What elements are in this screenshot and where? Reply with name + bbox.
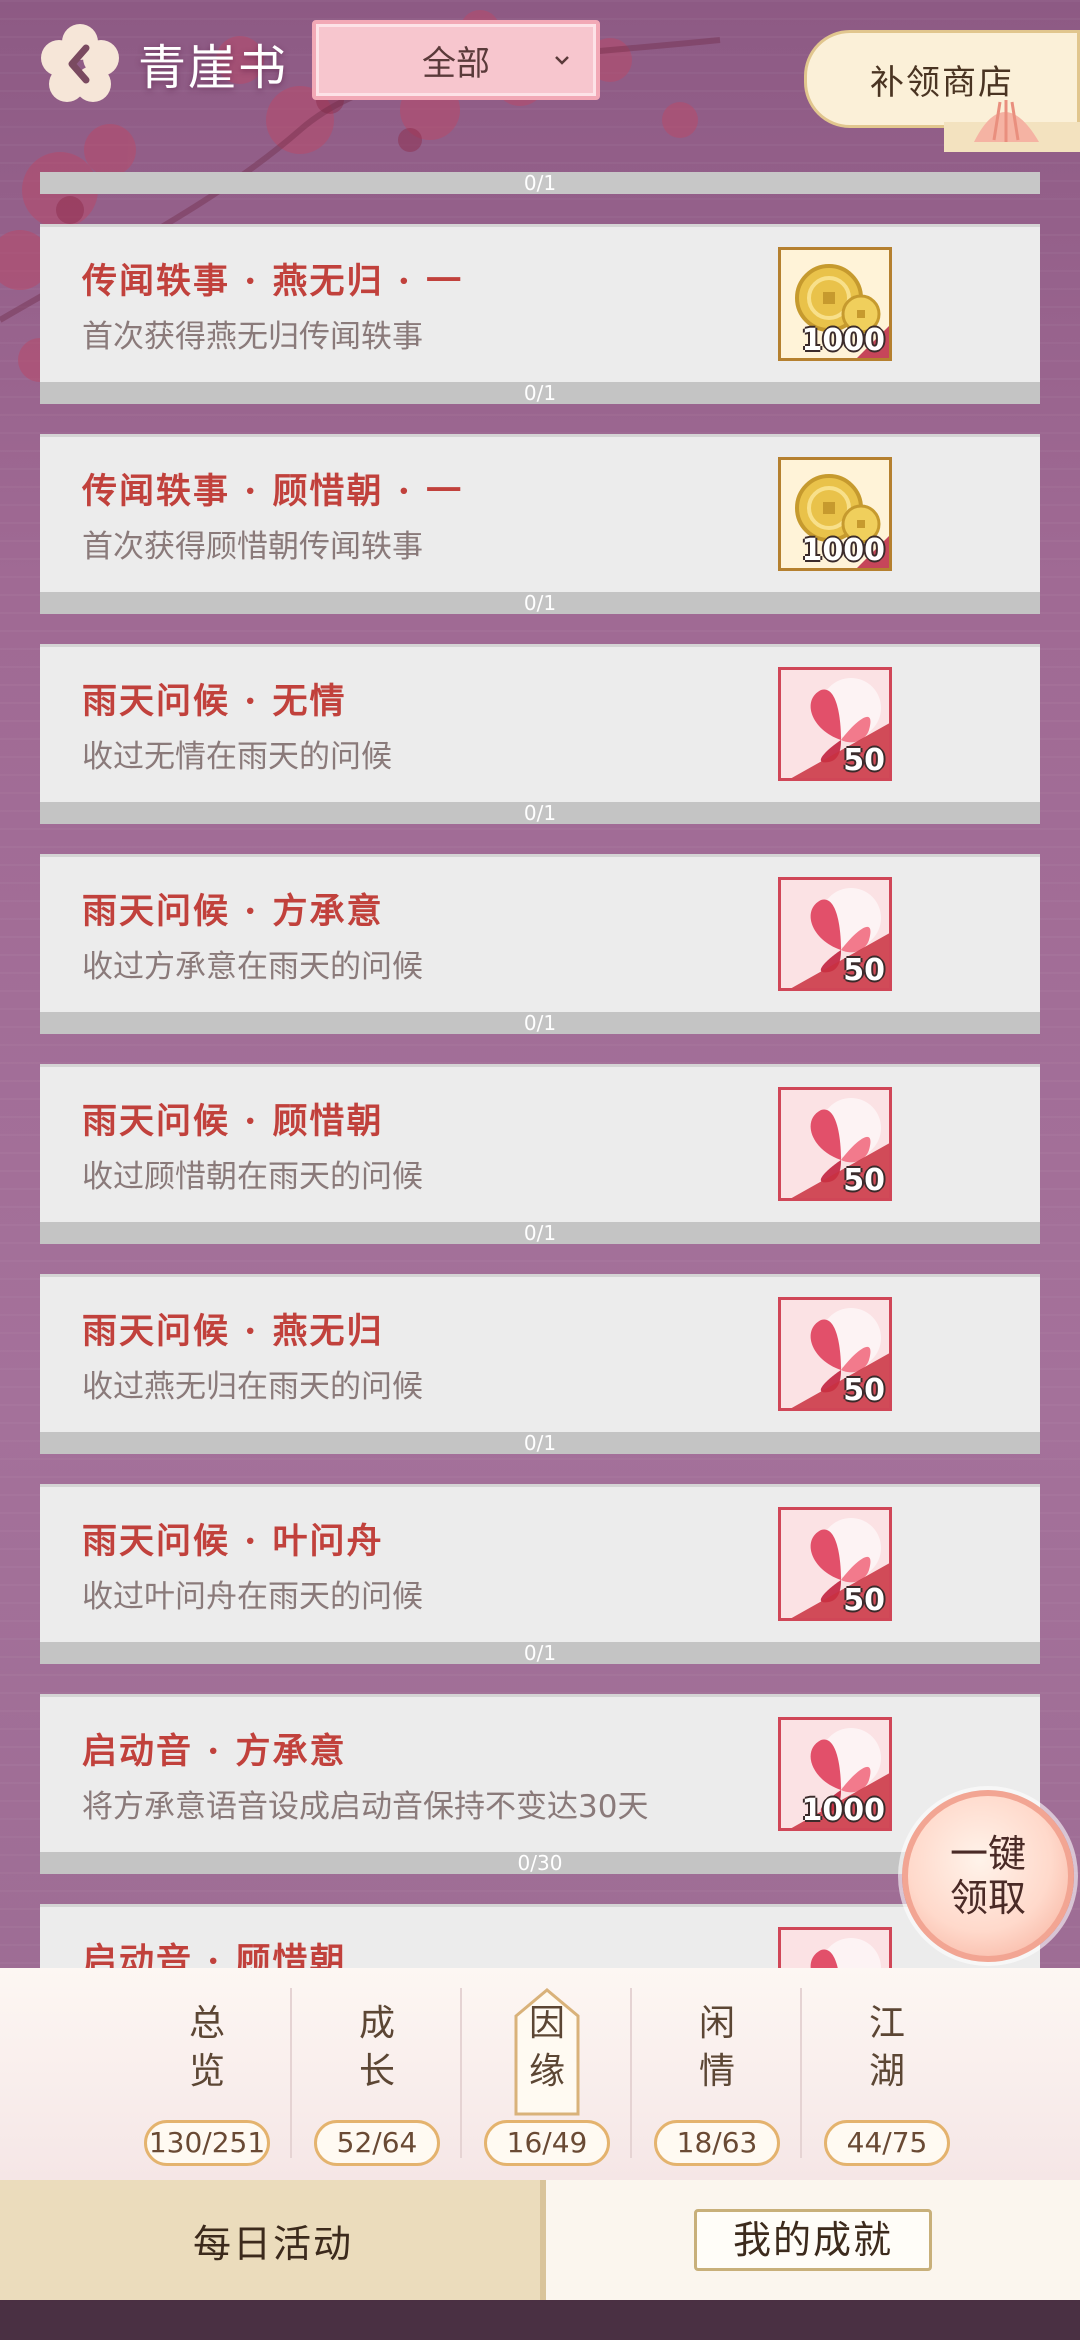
- achievement-title: 雨天问候 · 方承意: [82, 891, 384, 932]
- achievement-title: 传闻轶事 · 燕无归 · 一: [82, 261, 464, 302]
- achievement-description: 首次获得燕无归传闻轶事: [82, 319, 423, 355]
- filter-selected-label: 全部: [422, 43, 490, 84]
- reward-item[interactable]: 50: [778, 1507, 892, 1621]
- reward-item[interactable]: 1000: [778, 457, 892, 571]
- reward-quantity: 1000: [801, 323, 886, 358]
- category-count: 130/251: [144, 2120, 270, 2166]
- category-tab[interactable]: 江湖 44/75: [802, 1986, 972, 2166]
- achievement-progress: 0/1: [40, 1222, 1040, 1244]
- category-tabbar: 总览 130/251 成长 52/64 因缘 16/49 闲情 18/63 江湖 44/75: [0, 1968, 1080, 2180]
- achievement-card[interactable]: 雨天问候 · 顾惜朝收过顾惜朝在雨天的问候 50 0/1: [40, 1064, 1040, 1244]
- bottom-nav: 每日活动 我的成就: [0, 2180, 1080, 2300]
- achievement-title: 启动音 · 方承意: [82, 1731, 347, 1772]
- page-title: 青崖书: [138, 40, 289, 96]
- reward-quantity: 1000: [801, 533, 886, 568]
- reward-item[interactable]: 1000: [778, 247, 892, 361]
- achievement-description: 收过方承意在雨天的问候: [82, 949, 423, 985]
- achievement-card[interactable]: 传闻轶事 · 燕无归 · 一首次获得燕无归传闻轶事 1000 0/1: [40, 224, 1040, 404]
- category-count: 52/64: [314, 2120, 440, 2166]
- claim-all-button[interactable]: 一键领取: [902, 1790, 1074, 1962]
- reward-item[interactable]: 50: [778, 877, 892, 991]
- reward-quantity: 1000: [801, 1793, 886, 1828]
- nav-daily-activity[interactable]: 每日活动: [0, 2180, 546, 2300]
- category-label: 江湖: [868, 2003, 905, 2092]
- category-tab[interactable]: 总览 130/251: [122, 1986, 292, 2166]
- category-count: 44/75: [824, 2120, 950, 2166]
- reward-item[interactable]: 50: [778, 1087, 892, 1201]
- achievement-progress: 0/1: [40, 1432, 1040, 1454]
- category-tab[interactable]: 因缘 16/49: [462, 1986, 632, 2166]
- category-tab[interactable]: 成长 52/64: [292, 1986, 462, 2166]
- nav-mine-label: 我的成就: [693, 2209, 932, 2271]
- reward-quantity: 50: [843, 1373, 885, 1408]
- reward-item[interactable]: 50: [778, 1297, 892, 1411]
- category-count: 18/63: [654, 2120, 780, 2166]
- top-header: 青崖书 全部 补领商店: [0, 0, 1080, 170]
- achievement-description: 收过叶问舟在雨天的问候: [82, 1579, 423, 1615]
- achievement-progress: 0/1: [40, 592, 1040, 614]
- back-button[interactable]: [32, 22, 128, 106]
- achievement-card[interactable]: 雨天问候 · 叶问舟收过叶问舟在雨天的问候 50 0/1: [40, 1484, 1040, 1664]
- reward-item[interactable]: 1000: [778, 1717, 892, 1831]
- achievement-progress: 0/1: [40, 1642, 1040, 1664]
- category-label: 闲情: [698, 2003, 735, 2092]
- category-label: 因缘: [528, 2003, 565, 2092]
- chevron-down-icon: [555, 56, 569, 65]
- category-label: 总览: [188, 2003, 225, 2092]
- flower-back-icon: [41, 24, 119, 102]
- achievement-card[interactable]: 雨天问候 · 方承意收过方承意在雨天的问候 50 0/1: [40, 854, 1040, 1034]
- reward-quantity: 50: [843, 1583, 885, 1618]
- reward-quantity: 50: [843, 1163, 885, 1198]
- reward-quantity: 50: [843, 953, 885, 988]
- bottom-strip: [0, 2300, 1080, 2340]
- achievement-progress: 0/1: [40, 1012, 1040, 1034]
- nav-my-achievements[interactable]: 我的成就: [546, 2180, 1080, 2300]
- reward-item[interactable]: 50: [778, 667, 892, 781]
- category-tab[interactable]: 闲情 18/63: [632, 1986, 802, 2166]
- achievement-title: 传闻轶事 · 顾惜朝 · 一: [82, 471, 464, 512]
- filter-dropdown[interactable]: 全部: [312, 20, 600, 100]
- nav-daily-label: 每日活动: [192, 2221, 353, 2266]
- achievement-card[interactable]: 传闻轶事 · 顾惜朝 · 一首次获得顾惜朝传闻轶事 1000 0/1: [40, 434, 1040, 614]
- achievement-description: 收过无情在雨天的问候: [82, 739, 392, 775]
- achievement-title: 雨天问候 · 无情: [82, 681, 347, 722]
- achievement-title: 雨天问候 · 叶问舟: [82, 1521, 384, 1562]
- achievement-description: 将方承意语音设成启动音保持不变达30天: [82, 1789, 649, 1825]
- previous-item-progress: 0/1: [40, 172, 1040, 194]
- reward-quantity: 50: [843, 743, 885, 778]
- achievement-card[interactable]: 启动音 · 方承意将方承意语音设成启动音保持不变达30天 1000 0/30: [40, 1694, 1040, 1874]
- seashell-icon: [944, 100, 1080, 152]
- achievement-title: 雨天问候 · 燕无归: [82, 1311, 384, 1352]
- achievement-progress: 0/1: [40, 802, 1040, 824]
- category-count: 16/49: [484, 2120, 610, 2166]
- category-label: 成长: [358, 2003, 395, 2092]
- achievement-description: 收过顾惜朝在雨天的问候: [82, 1159, 423, 1195]
- achievement-description: 收过燕无归在雨天的问候: [82, 1369, 423, 1405]
- achievement-description: 首次获得顾惜朝传闻轶事: [82, 529, 423, 565]
- achievement-card[interactable]: 雨天问候 · 燕无归收过燕无归在雨天的问候 50 0/1: [40, 1274, 1040, 1454]
- achievement-card[interactable]: 雨天问候 · 无情收过无情在雨天的问候 50 0/1: [40, 644, 1040, 824]
- achievement-progress: 0/1: [40, 382, 1040, 404]
- achievement-title: 雨天问候 · 顾惜朝: [82, 1101, 384, 1142]
- claim-all-label: 一键领取: [949, 1832, 1026, 1920]
- achievement-progress: 0/30: [40, 1852, 1040, 1874]
